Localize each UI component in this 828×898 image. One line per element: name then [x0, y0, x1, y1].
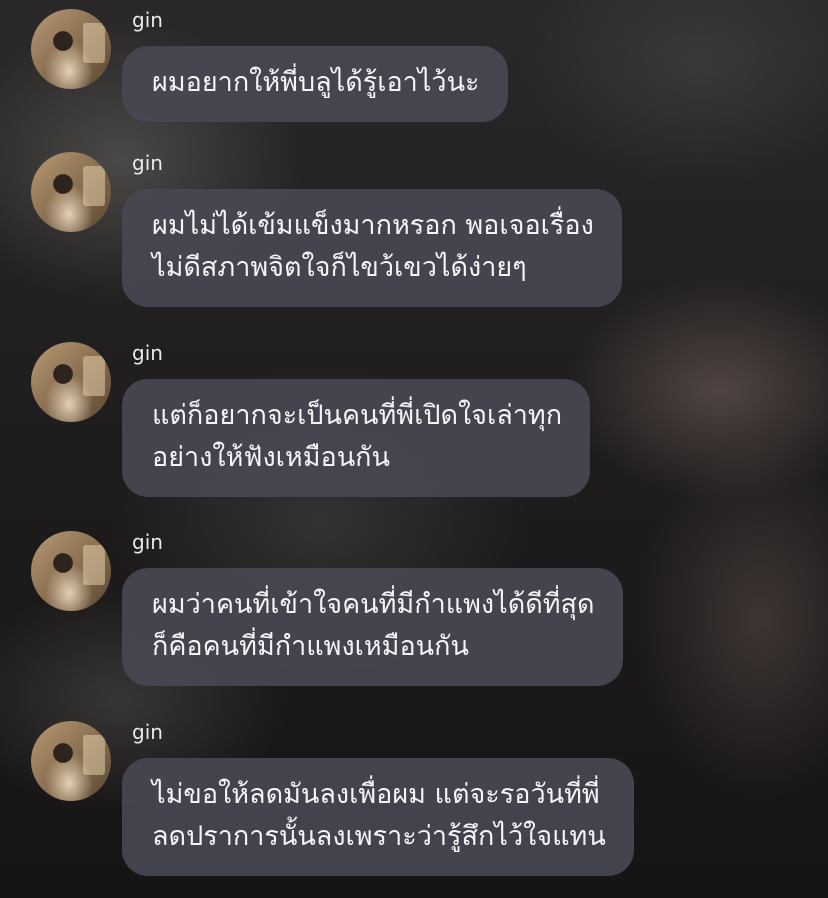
message-text-line: ผมว่าคนที่เข้าใจคนที่มีกำแพงได้ดีที่สุด [152, 589, 595, 620]
avatar[interactable] [31, 152, 111, 232]
message-text-line: ไม่ขอให้ลดมันลงเพื่อผม แต่จะรอวันที่พี่ [152, 779, 600, 810]
message-text-line: แต่ก็อยากจะเป็นคนที่พี่เปิดใจเล่าทุก [152, 400, 563, 431]
avatar[interactable] [31, 721, 111, 801]
sender-name: gin [132, 341, 163, 365]
message-list[interactable]: gin ผมอยากให้พี่บลูได้รู้เอาไว้นะ gin ผม… [0, 0, 828, 898]
avatar[interactable] [31, 531, 111, 611]
sender-name: gin [132, 720, 163, 744]
avatar[interactable] [31, 9, 111, 89]
message-bubble[interactable]: ไม่ขอให้ลดมันลงเพื่อผม แต่จะรอวันที่พี่ … [122, 758, 634, 876]
message-text-line: ไม่ดีสภาพจิตใจก็ไขว้เขวได้ง่ายๆ [152, 252, 527, 283]
message-text-line: ก็คือคนที่มีกำแพงเหมือนกัน [152, 631, 469, 662]
message-text-line: ลดปราการนั้นลงเพราะว่ารู้สึกไว้ใจแทน [152, 821, 606, 852]
sender-name: gin [132, 530, 163, 554]
message-text-line: อย่างให้ฟังเหมือนกัน [152, 442, 390, 473]
message-bubble[interactable]: ผมอยากให้พี่บลูได้รู้เอาไว้นะ [122, 46, 508, 122]
message-bubble[interactable]: ผมไม่ได้เข้มแข็งมากหรอก พอเจอเรื่อง ไม่ด… [122, 189, 622, 307]
sender-name: gin [132, 8, 163, 32]
message-text-line: ผมไม่ได้เข้มแข็งมากหรอก พอเจอเรื่อง [152, 210, 594, 241]
avatar[interactable] [31, 342, 111, 422]
message-bubble[interactable]: ผมว่าคนที่เข้าใจคนที่มีกำแพงได้ดีที่สุด … [122, 568, 623, 686]
message-bubble[interactable]: แต่ก็อยากจะเป็นคนที่พี่เปิดใจเล่าทุก อย่… [122, 379, 591, 497]
sender-name: gin [132, 151, 163, 175]
message-text-line: ผมอยากให้พี่บลูได้รู้เอาไว้นะ [152, 67, 480, 98]
